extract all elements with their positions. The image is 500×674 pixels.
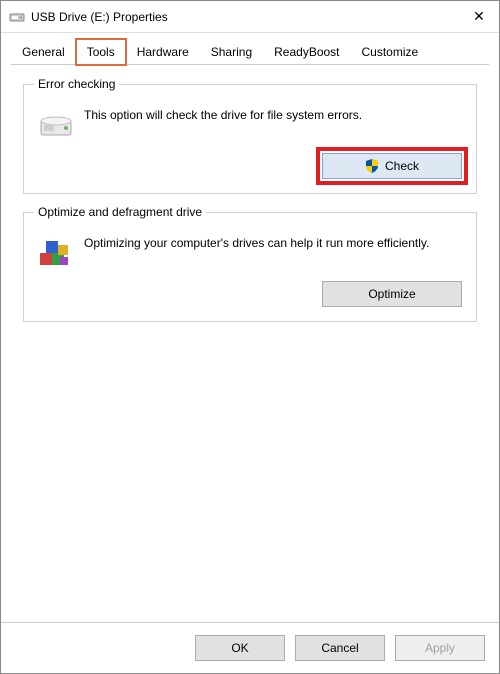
check-button[interactable]: Check bbox=[322, 153, 462, 179]
ok-button[interactable]: OK bbox=[195, 635, 285, 661]
group-label-optimize: Optimize and defragment drive bbox=[34, 205, 206, 219]
tab-tools[interactable]: Tools bbox=[76, 39, 126, 65]
window-title: USB Drive (E:) Properties bbox=[31, 10, 459, 24]
group-optimize: Optimize and defragment drive Optimizing… bbox=[23, 212, 477, 322]
close-icon: ✕ bbox=[473, 8, 485, 25]
error-checking-description: This option will check the drive for fil… bbox=[84, 107, 462, 124]
tab-sharing[interactable]: Sharing bbox=[200, 39, 263, 65]
properties-window: USB Drive (E:) Properties ✕ General Tool… bbox=[0, 0, 500, 674]
tab-hardware[interactable]: Hardware bbox=[126, 39, 200, 65]
defrag-icon bbox=[38, 235, 74, 271]
dialog-footer: OK Cancel Apply bbox=[1, 622, 499, 673]
apply-button: Apply bbox=[395, 635, 485, 661]
optimize-button-label: Optimize bbox=[368, 287, 415, 301]
titlebar: USB Drive (E:) Properties ✕ bbox=[1, 1, 499, 33]
tab-strip: General Tools Hardware Sharing ReadyBoos… bbox=[1, 33, 499, 65]
cancel-button[interactable]: Cancel bbox=[295, 635, 385, 661]
drive-icon bbox=[9, 9, 25, 25]
tab-panel-tools: Error checking This option will check th… bbox=[1, 66, 499, 622]
group-label-error-checking: Error checking bbox=[34, 77, 119, 91]
group-error-checking: Error checking This option will check th… bbox=[23, 84, 477, 194]
close-button[interactable]: ✕ bbox=[459, 1, 499, 33]
optimize-description: Optimizing your computer's drives can he… bbox=[84, 235, 462, 252]
optimize-button[interactable]: Optimize bbox=[322, 281, 462, 307]
tab-customize[interactable]: Customize bbox=[351, 39, 430, 65]
check-button-label: Check bbox=[385, 159, 419, 173]
drive-check-icon bbox=[38, 107, 74, 143]
tab-readyboost[interactable]: ReadyBoost bbox=[263, 39, 350, 65]
tab-general[interactable]: General bbox=[11, 39, 76, 65]
uac-shield-icon bbox=[365, 159, 379, 173]
